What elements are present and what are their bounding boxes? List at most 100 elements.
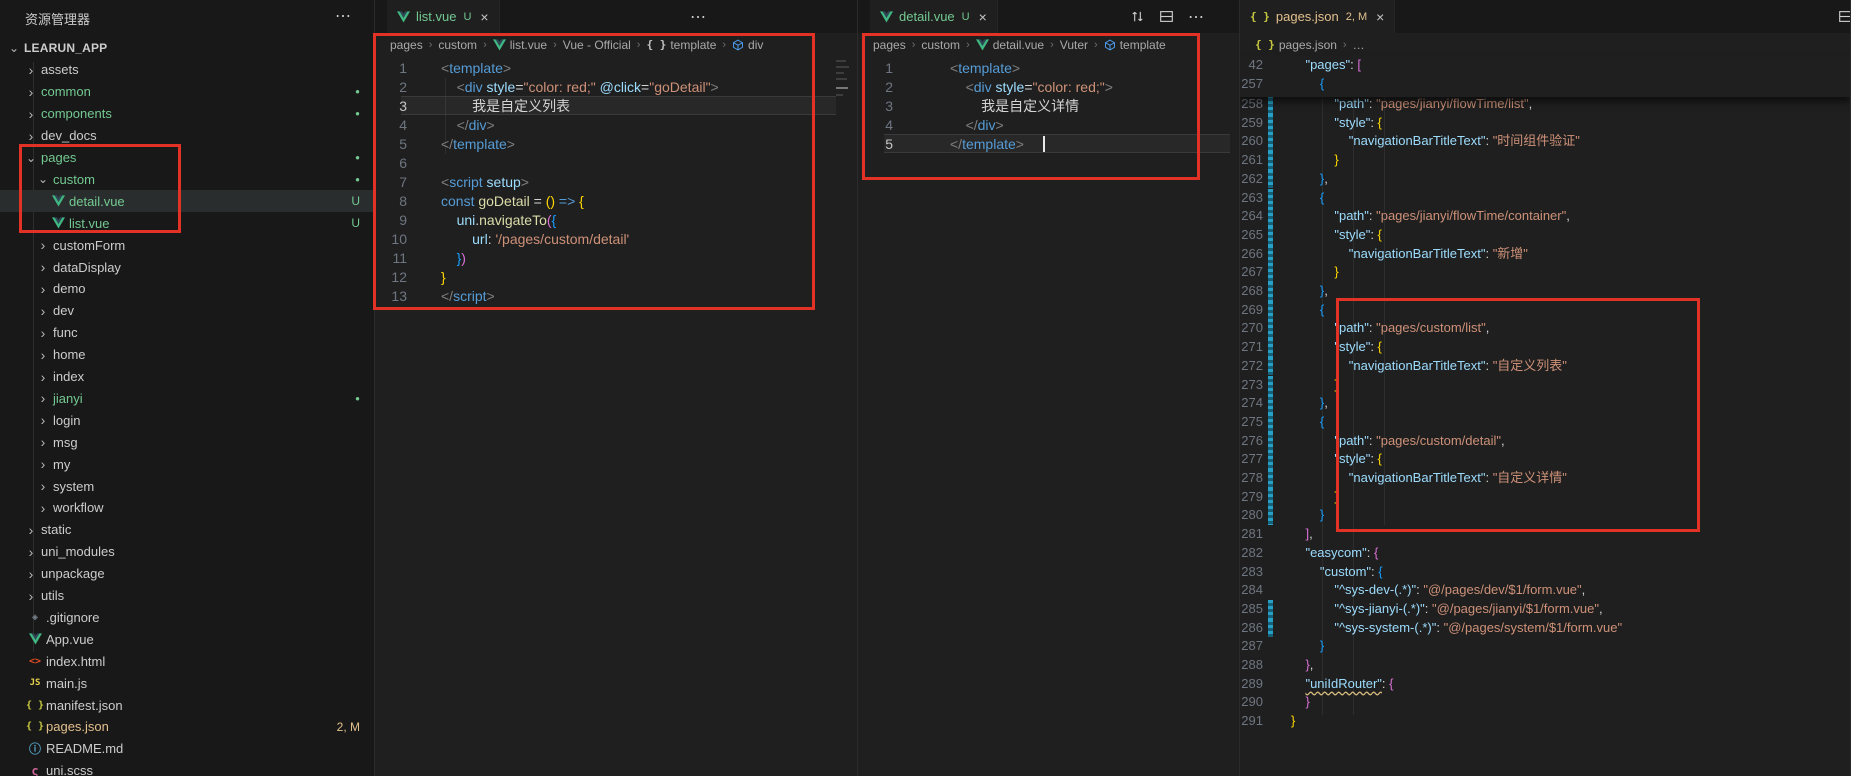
tree-item-jianyi[interactable]: ›jianyi● [0,387,374,409]
tree-item-static[interactable]: ›static [0,519,374,541]
code-line[interactable]: 280 } [1240,506,1850,525]
tab-pages.json[interactable]: { }pages.json2, M× [1240,0,1395,33]
code-line[interactable]: 274 }, [1240,394,1850,413]
code-line[interactable]: 13</script> [375,287,857,306]
breadcrumb-item-template[interactable]: { }template [646,38,716,52]
code-line[interactable]: 269 { [1240,301,1850,320]
breadcrumb-item-custom[interactable]: custom [438,38,477,52]
code-line[interactable]: 8const goDetail = () => { [375,192,857,211]
breadcrumb-item-custom[interactable]: custom [921,38,960,52]
tree-item-pages[interactable]: ⌄pages● [0,147,374,169]
tree-item-demo[interactable]: ›demo [0,278,374,300]
code-line[interactable]: 5</template> [858,135,1239,154]
tree-item-App.vue[interactable]: App.vue [0,628,374,650]
code-line[interactable]: 6 [375,154,857,173]
code-line[interactable]: 282 "easycom": { [1240,544,1850,563]
tree-item-uni_modules[interactable]: ›uni_modules [0,541,374,563]
tree-item-manifest.json[interactable]: { }manifest.json [0,694,374,716]
tree-item-pages.json[interactable]: { }pages.json2, M [0,716,374,738]
code-line[interactable]: 285 "^sys-jianyi-(.*)": "@/pages/jianyi/… [1240,600,1850,619]
breadcrumb-item-pages.json[interactable]: { }pages.json [1255,38,1337,52]
code-line[interactable]: 286 "^sys-system-(.*)": "@/pages/system/… [1240,619,1850,638]
breadcrumb-item--[interactable]: … [1353,38,1365,52]
explorer-more-actions-icon[interactable]: ⋯ [335,6,352,26]
code-line[interactable]: 7<script setup> [375,173,857,192]
breadcrumb-item-list.vue[interactable]: list.vue [493,38,547,52]
tree-item-.gitignore[interactable]: ◈.gitignore [0,606,374,628]
tree-item-assets[interactable]: ›assets [0,59,374,81]
breadcrumb-item-Vue-Official[interactable]: Vue - Official [563,38,631,52]
tree-item-utils[interactable]: ›utils [0,585,374,607]
code-line[interactable]: 1<template> [858,59,1239,78]
code-line[interactable]: 3 我是自定义列表 [375,97,857,116]
tree-item-system[interactable]: ›system [0,475,374,497]
code-line[interactable]: 261 } [1240,151,1850,170]
tree-item-detail.vue[interactable]: detail.vueU [0,190,374,212]
tree-item-index.html[interactable]: <>index.html [0,650,374,672]
code-line[interactable]: 278 "navigationBarTitleText": "自定义详情" [1240,469,1850,488]
minimap[interactable] [836,56,854,126]
code-line[interactable]: 266 "navigationBarTitleText": "新增" [1240,245,1850,264]
code-line[interactable]: 291} [1240,712,1850,731]
tree-item-msg[interactable]: ›msg [0,431,374,453]
close-icon[interactable]: × [480,9,488,25]
tree-item-workflow[interactable]: ›workflow [0,497,374,519]
tree-item-login[interactable]: ›login [0,409,374,431]
code-line[interactable]: 4 </div> [375,116,857,135]
code-line[interactable]: 10 url: '/pages/custom/detail' [375,230,857,249]
more-actions-icon[interactable]: ⋯ [690,7,707,27]
split-editor-icon[interactable] [1838,9,1851,24]
compare-changes-icon[interactable] [1130,9,1145,24]
tree-item-index[interactable]: ›index [0,366,374,388]
code-line-sticky[interactable]: 257 { [1240,75,1850,94]
code-line[interactable]: 1<template> [375,59,857,78]
code-line[interactable]: 268 }, [1240,282,1850,301]
code-line[interactable]: 265 "style": { [1240,226,1850,245]
code-line-sticky[interactable]: 42 "pages": [ [1240,56,1850,75]
tree-item-LEARUN_APP[interactable]: ⌄LEARUN_APP [0,37,374,59]
tree-item-my[interactable]: ›my [0,453,374,475]
close-icon[interactable]: × [1376,9,1384,25]
code-line[interactable]: 12} [375,268,857,287]
breadcrumb-item-div[interactable]: div [732,38,763,52]
code-line[interactable]: 267 } [1240,263,1850,282]
tab-list.vue[interactable]: list.vueU× [387,0,500,33]
code-line[interactable]: 258 "path": "pages/jianyi/flowTime/list"… [1240,95,1850,114]
code-line[interactable]: 284 "^sys-dev-(.*)": "@/pages/dev/$1/for… [1240,581,1850,600]
code-line[interactable]: 276 "path": "pages/custom/detail", [1240,432,1850,451]
code-line[interactable]: 11 }) [375,249,857,268]
split-editor-icon[interactable] [1159,9,1174,24]
tree-item-uni.scss[interactable]: ςuni.scss [0,760,374,776]
tree-item-main.js[interactable]: JSmain.js [0,672,374,694]
tree-item-customForm[interactable]: ›customForm [0,234,374,256]
tree-item-home[interactable]: ›home [0,344,374,366]
code-line[interactable]: 5</template> [375,135,857,154]
more-actions-icon[interactable]: ⋯ [1188,7,1205,27]
code-line[interactable]: 279 } [1240,488,1850,507]
code-line[interactable]: 262 }, [1240,170,1850,189]
breadcrumb-item-template[interactable]: template [1104,38,1166,52]
breadcrumb-item-pages[interactable]: pages [873,38,906,52]
code-line[interactable]: 3 我是自定义详情 [858,97,1239,116]
code-line[interactable]: 273 } [1240,376,1850,395]
breadcrumb-item-detail.vue[interactable]: detail.vue [976,38,1044,52]
code-line[interactable]: 283 "custom": { [1240,563,1850,582]
tab-detail.vue[interactable]: detail.vueU× [870,0,998,33]
tree-item-dev_docs[interactable]: ›dev_docs [0,125,374,147]
breadcrumb-item-pages[interactable]: pages [390,38,423,52]
tree-item-unpackage[interactable]: ›unpackage [0,563,374,585]
tree-item-custom[interactable]: ⌄custom● [0,168,374,190]
tree-item-list.vue[interactable]: list.vueU [0,212,374,234]
code-line[interactable]: 281 ], [1240,525,1850,544]
tree-item-dev[interactable]: ›dev [0,300,374,322]
code-line[interactable]: 9 uni.navigateTo({ [375,211,857,230]
code-line[interactable]: 4 </div> [858,116,1239,135]
code-line[interactable]: 288 }, [1240,656,1850,675]
code-line[interactable]: 271 "style": { [1240,338,1850,357]
breadcrumb-item-Vuter[interactable]: Vuter [1060,38,1088,52]
code-line[interactable]: 264 "path": "pages/jianyi/flowTime/conta… [1240,207,1850,226]
tree-item-dataDisplay[interactable]: ›dataDisplay [0,256,374,278]
tree-item-README.md[interactable]: ⓘREADME.md [0,738,374,760]
close-icon[interactable]: × [979,9,987,25]
code-line[interactable]: 2 <div style="color: red;"> [858,78,1239,97]
